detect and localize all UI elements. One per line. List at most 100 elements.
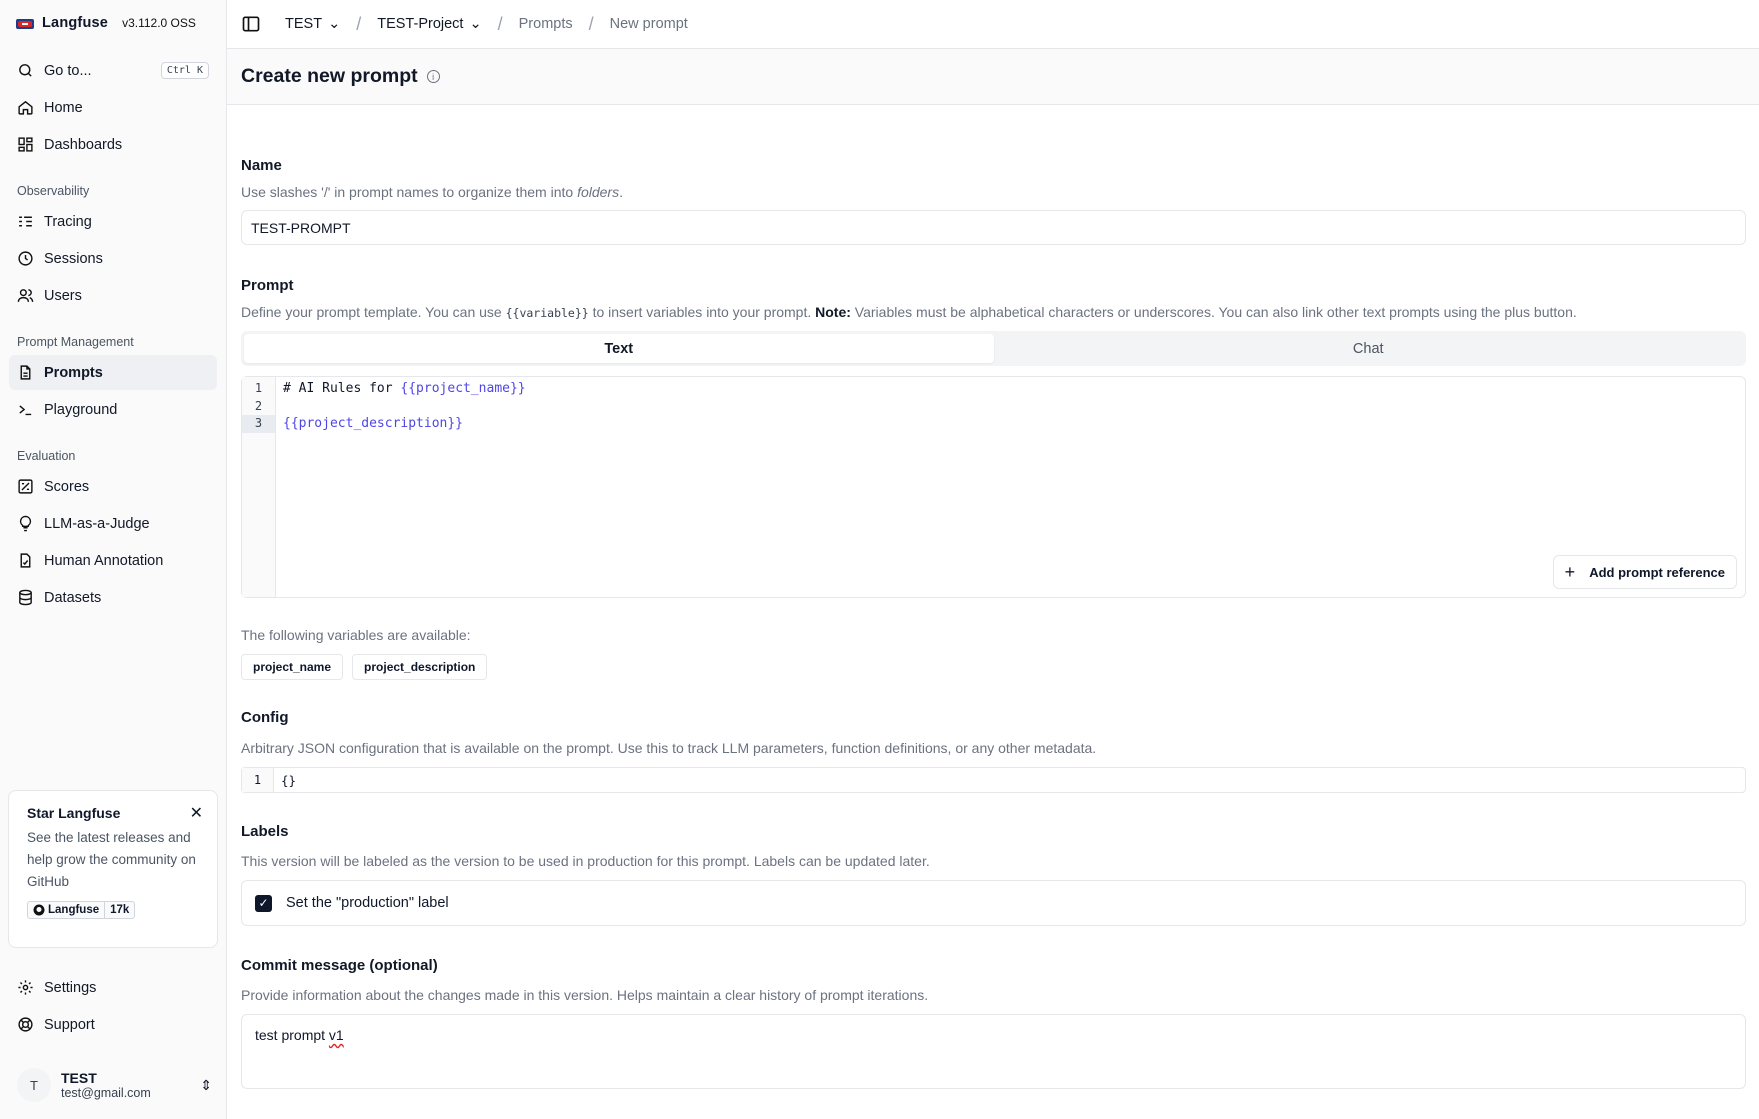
tracing-icon xyxy=(19,216,32,227)
sidebar-item-playground[interactable]: Playground xyxy=(9,392,217,427)
sidebar-item-scores[interactable]: Scores xyxy=(9,469,217,504)
org-selector[interactable]: TEST ⌄ xyxy=(285,16,340,32)
scores-icon xyxy=(18,479,33,494)
line-gutter: 1 2 3 xyxy=(242,377,276,597)
github-label: Langfuse xyxy=(48,904,100,916)
github-icon xyxy=(33,904,45,916)
annotation-icon xyxy=(20,553,31,568)
sidebar-item-label: Home xyxy=(44,99,83,116)
sidebar-item-dashboards[interactable]: Dashboards xyxy=(9,127,217,162)
sidebar-item-llm-judge[interactable]: LLM-as-a-Judge xyxy=(9,506,217,541)
tab-text[interactable]: Text xyxy=(244,334,994,363)
user-name: TEST xyxy=(61,1070,97,1086)
prompt-editor[interactable]: 1 2 3 # AI Rules for {{project_name}} {{… xyxy=(241,376,1746,598)
brand-name: Langfuse xyxy=(42,14,109,31)
avatar: T xyxy=(17,1068,51,1102)
labels-label: Labels xyxy=(241,823,289,840)
brand[interactable]: Langfuse v3.112.0 OSS xyxy=(0,0,226,45)
variables-description: The following variables are available: xyxy=(241,627,471,643)
checkbox-checked-icon[interactable]: ✓ xyxy=(255,894,272,912)
sidebar-item-label: Sessions xyxy=(44,250,103,267)
star-langfuse-card: ✕ Star Langfuse See the latest releases … xyxy=(8,790,218,948)
lightbulb-icon xyxy=(19,515,32,532)
bottom-nav: Settings Support xyxy=(0,968,226,1044)
sidebar-item-label: Datasets xyxy=(44,589,102,606)
gear-icon xyxy=(18,980,33,995)
commit-message-input[interactable]: test prompt v1 xyxy=(241,1014,1746,1089)
breadcrumb-separator: / xyxy=(497,13,503,34)
chevron-down-icon: ⌄ xyxy=(469,16,482,32)
page-title: Create new prompt xyxy=(241,65,418,87)
name-label: Name xyxy=(241,157,282,174)
file-icon xyxy=(20,365,31,380)
config-editor[interactable]: 1 {} xyxy=(241,767,1746,793)
prompt-description: Define your prompt template. You can use… xyxy=(241,304,1577,320)
section-evaluation: Evaluation xyxy=(17,449,76,463)
sidebar-item-label: Users xyxy=(44,287,82,304)
name-description: Use slashes '/' in prompt names to organ… xyxy=(241,184,623,200)
page-header: Create new prompt i xyxy=(227,48,1759,105)
variable-list: project_name project_description xyxy=(241,654,1746,680)
production-label-text: Set the "production" label xyxy=(286,895,449,911)
prompt-form: Name Use slashes '/' in prompt names to … xyxy=(227,105,1759,1089)
commit-description: Provide information about the changes ma… xyxy=(241,987,929,1003)
github-star-button[interactable]: Langfuse 17k xyxy=(27,901,199,919)
production-label-option[interactable]: ✓ Set the "production" label xyxy=(241,880,1746,926)
line-number: 1 xyxy=(242,768,274,792)
lifebuoy-icon xyxy=(18,1017,33,1032)
sidebar-item-users[interactable]: Users xyxy=(9,278,217,313)
version-label: v3.112.0 OSS xyxy=(122,15,196,30)
shortcut-hint: Ctrl K xyxy=(160,62,209,79)
sidebar-item-tracing[interactable]: Tracing xyxy=(9,204,217,239)
clock-icon xyxy=(18,251,33,266)
line-number: 1 xyxy=(254,381,263,395)
sidebar: Langfuse v3.112.0 OSS Go to... Ctrl K Ho… xyxy=(0,0,227,1119)
database-icon xyxy=(19,589,32,606)
user-email: test@gmail.com xyxy=(61,1086,151,1100)
sidebar-item-label: Support xyxy=(44,1016,95,1033)
variable-chip: project_name xyxy=(241,654,344,680)
config-label: Config xyxy=(241,709,289,726)
breadcrumb-new-prompt: New prompt xyxy=(609,16,688,32)
prompt-label: Prompt xyxy=(241,277,294,294)
add-ref-label: Add prompt reference xyxy=(1589,564,1725,580)
add-prompt-reference-button[interactable]: + Add prompt reference xyxy=(1552,555,1737,589)
sidebar-item-label: Human Annotation xyxy=(44,552,164,569)
sidebar-item-home[interactable]: Home xyxy=(9,90,217,125)
org-name: TEST xyxy=(285,16,323,32)
breadcrumb-separator: / xyxy=(588,13,594,34)
tab-chat[interactable]: Chat xyxy=(994,334,1744,363)
user-menu[interactable]: T TEST test@gmail.com ⇕ xyxy=(17,1068,212,1102)
sidebar-item-label: Tracing xyxy=(44,213,92,230)
close-icon[interactable]: ✕ xyxy=(190,803,203,823)
name-input[interactable]: TEST-PROMPT xyxy=(241,210,1746,245)
sidebar-item-label: Playground xyxy=(44,401,118,418)
code-line: {{project_description}} xyxy=(283,416,464,431)
commit-label: Commit message (optional) xyxy=(241,957,438,974)
main-content: TEST ⌄ / TEST-Project ⌄ / Prompts / New pr… xyxy=(227,0,1759,1119)
sidebar-item-datasets[interactable]: Datasets xyxy=(9,580,217,615)
star-card-title: Star Langfuse xyxy=(27,805,121,821)
chevron-down-icon: ⌄ xyxy=(328,16,341,32)
topbar: TEST ⌄ / TEST-Project ⌄ / Prompts / New pr… xyxy=(227,0,1759,48)
sidebar-item-settings[interactable]: Settings xyxy=(9,970,217,1005)
section-prompt-management: Prompt Management xyxy=(17,335,134,349)
code-area[interactable]: # AI Rules for {{project_name}} {{projec… xyxy=(276,377,1745,597)
project-name: TEST-Project xyxy=(377,16,464,32)
sidebar-item-sessions[interactable]: Sessions xyxy=(9,241,217,276)
info-icon[interactable]: i xyxy=(426,70,440,83)
breadcrumb-separator: / xyxy=(356,13,362,34)
prompt-type-tabs: Text Chat xyxy=(241,331,1746,366)
users-icon xyxy=(17,289,34,302)
project-selector[interactable]: TEST-Project ⌄ xyxy=(377,16,481,32)
config-description: Arbitrary JSON configuration that is ava… xyxy=(241,740,1097,756)
sidebar-item-label: Settings xyxy=(44,979,97,996)
goto-search[interactable]: Go to... Ctrl K xyxy=(9,53,217,88)
sidebar-item-prompts[interactable]: Prompts xyxy=(9,355,217,390)
breadcrumb-prompts[interactable]: Prompts xyxy=(519,16,573,32)
config-code[interactable]: {} xyxy=(274,768,296,792)
sidebar-item-human-annotation[interactable]: Human Annotation xyxy=(9,543,217,578)
sidebar-toggle-icon[interactable] xyxy=(241,14,261,34)
sidebar-item-support[interactable]: Support xyxy=(9,1007,217,1042)
